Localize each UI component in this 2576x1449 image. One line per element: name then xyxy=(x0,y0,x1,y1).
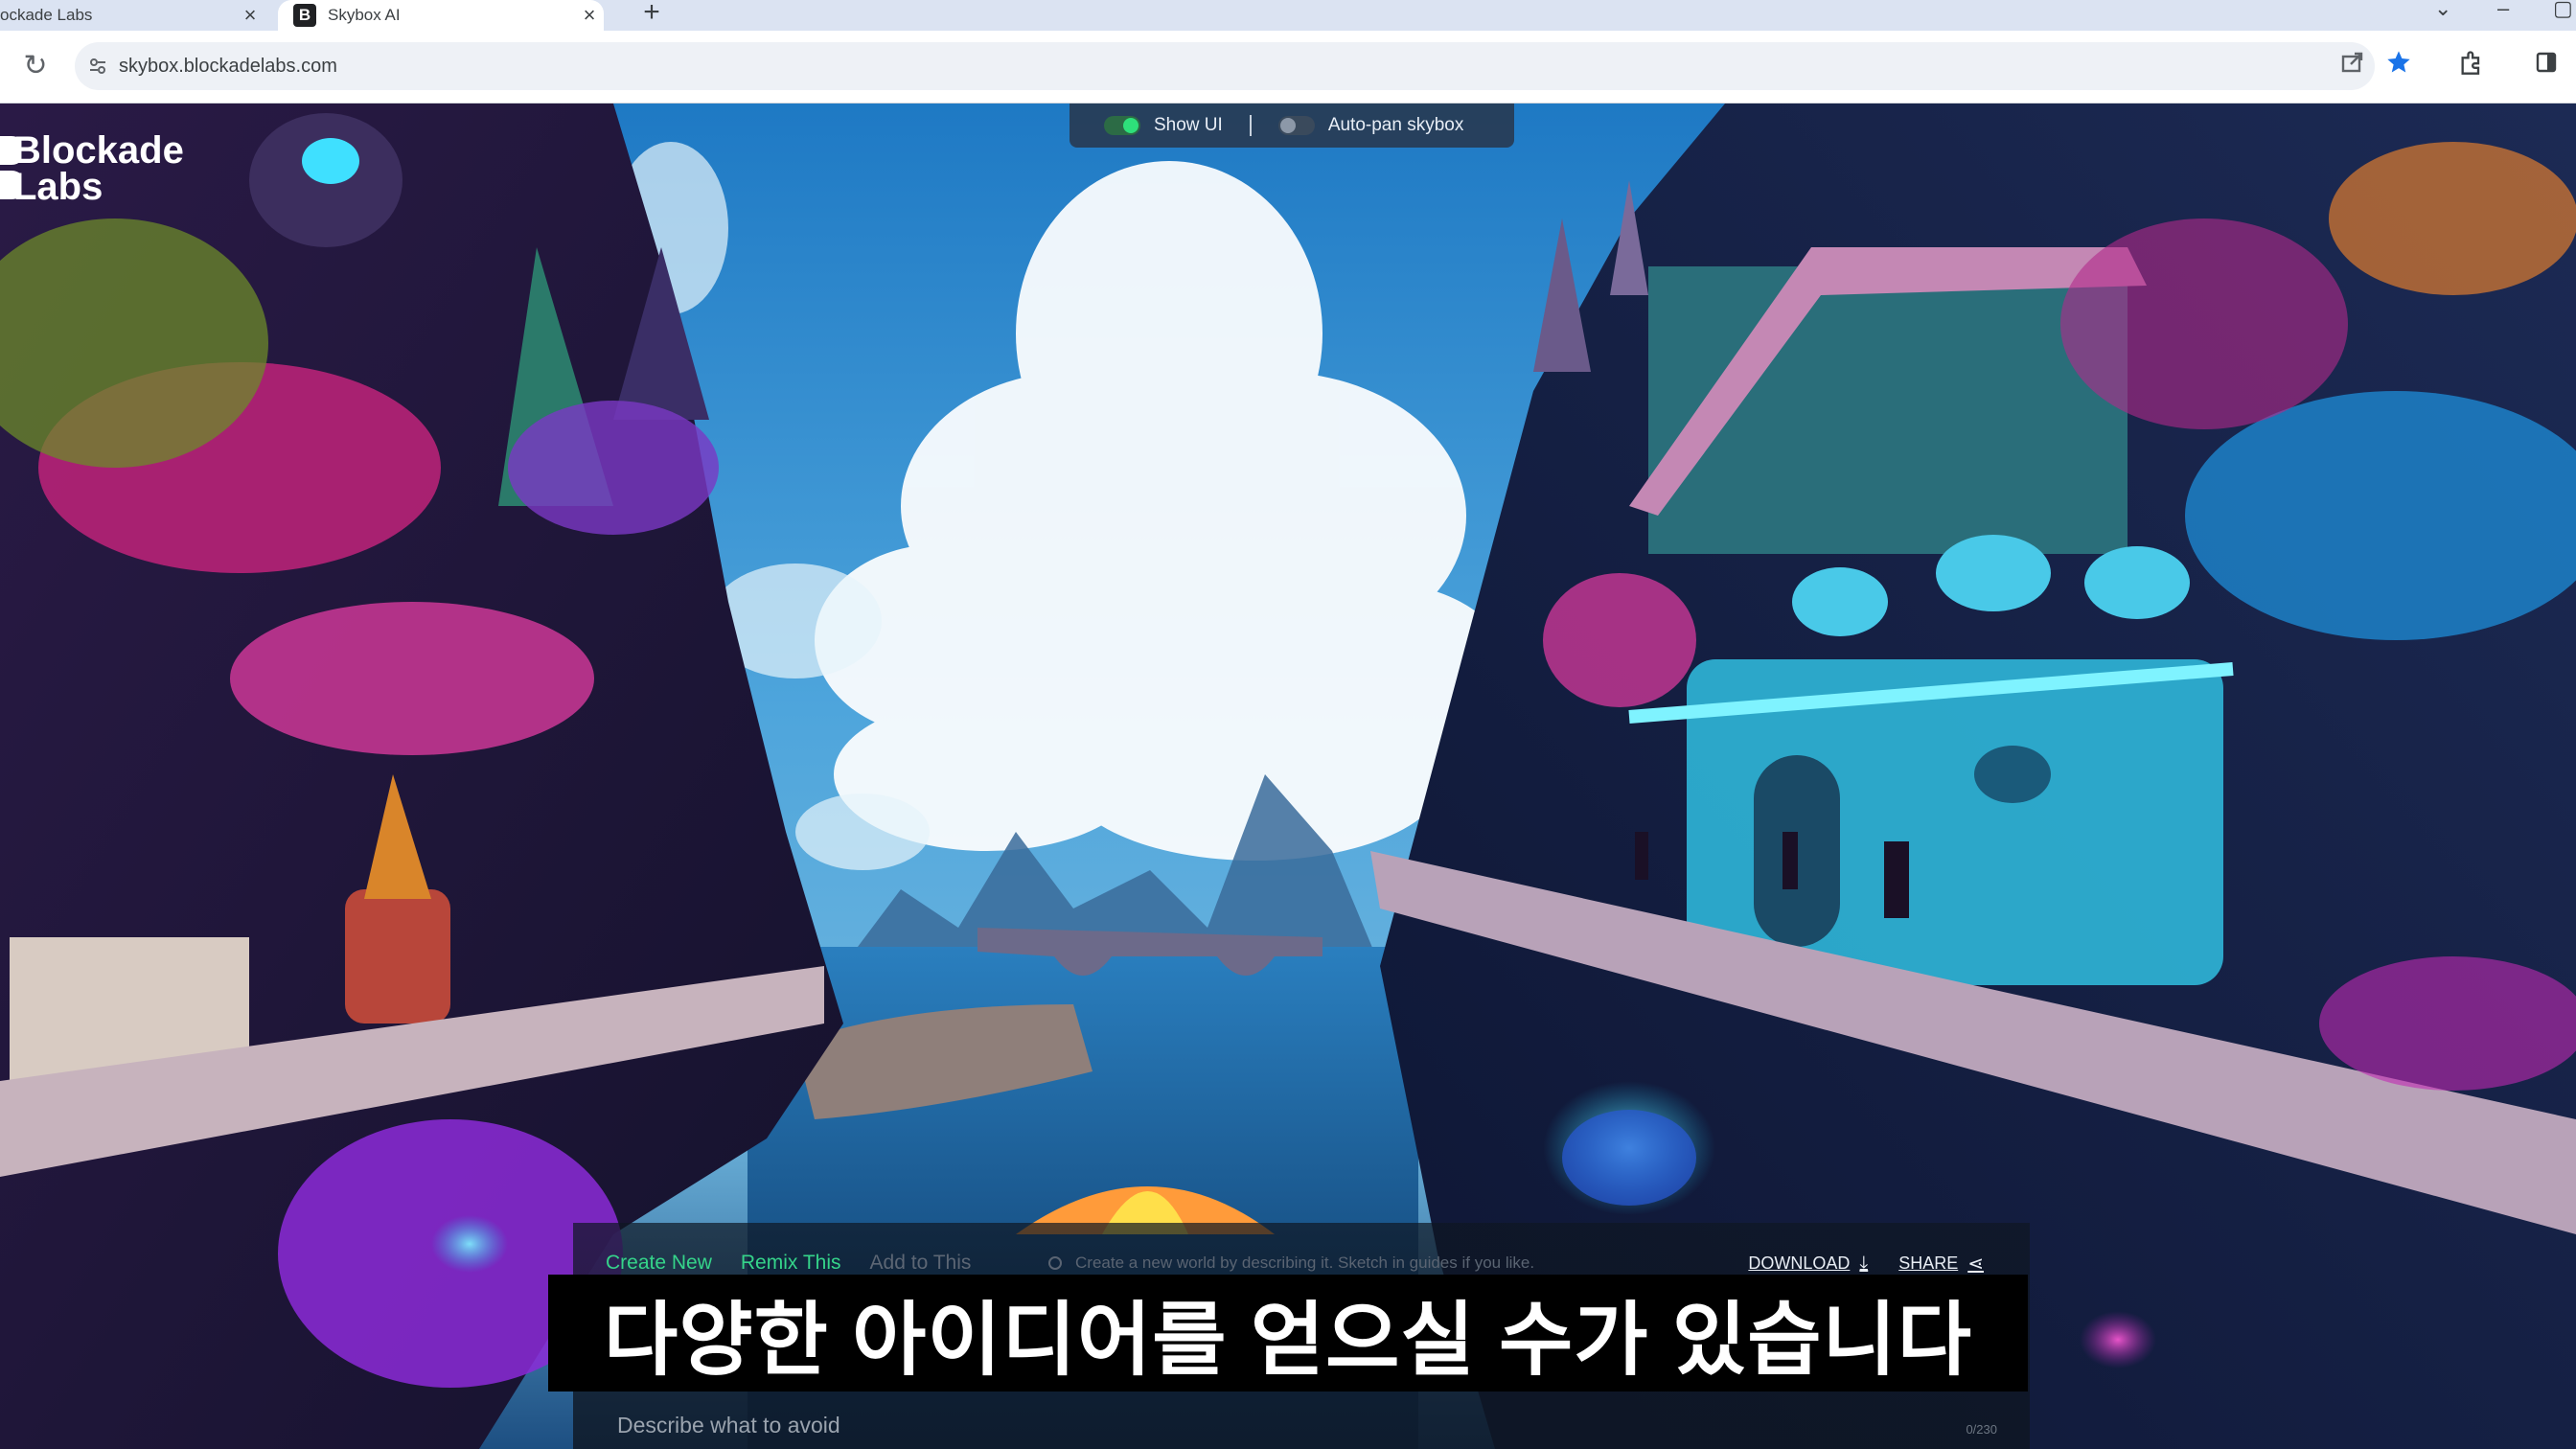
download-label: DOWNLOAD xyxy=(1748,1254,1851,1273)
url-text: skybox.blockadelabs.com xyxy=(119,55,337,77)
prompt-input[interactable]: Create a new world by describing it. Ske… xyxy=(1048,1254,1534,1273)
browser-tab-blockade-labs[interactable]: ockade Labs × xyxy=(0,0,264,31)
tab-title: ockade Labs xyxy=(0,6,93,24)
reload-icon[interactable]: ↻ xyxy=(21,52,50,80)
browser-toolbar: ↻ skybox.blockadelabs.com xyxy=(0,31,2576,104)
download-icon: ⤓ xyxy=(1859,1253,1869,1274)
side-panel-icon[interactable] xyxy=(2530,46,2563,79)
skybox-viewport[interactable]: Blockade Labs Show UI Auto-pan skybox Cr… xyxy=(0,104,2576,1449)
show-ui-toggle[interactable] xyxy=(1104,116,1140,135)
share-button[interactable]: SHARE ⋖ xyxy=(1898,1252,1984,1276)
brand-line-2: Labs xyxy=(13,166,104,208)
blockade-labs-logo[interactable]: Blockade Labs xyxy=(0,129,184,208)
negative-prompt-input[interactable]: Describe what to avoid xyxy=(617,1413,840,1438)
tab-close-icon[interactable]: × xyxy=(236,3,264,28)
prompt-placeholder: Create a new world by describing it. Ske… xyxy=(1075,1254,1535,1272)
share-icon[interactable] xyxy=(2336,46,2369,79)
tab-add-to-this[interactable]: Add to This xyxy=(870,1252,972,1275)
bookmark-star-icon[interactable] xyxy=(2382,46,2415,79)
tab-remix-this[interactable]: Remix This xyxy=(741,1252,841,1275)
download-button[interactable]: DOWNLOAD ⤓ xyxy=(1748,1253,1868,1275)
auto-pan-label: Auto-pan skybox xyxy=(1327,115,1464,135)
auto-pan-toggle[interactable] xyxy=(1277,116,1315,135)
extensions-icon[interactable] xyxy=(2455,46,2488,79)
tab-close-icon[interactable]: × xyxy=(575,3,604,28)
minimize-icon[interactable]: – xyxy=(2497,0,2509,31)
panel-actions: DOWNLOAD ⤓ SHARE ⋖ xyxy=(1717,1252,1984,1276)
site-info-icon[interactable] xyxy=(84,53,111,80)
brand-name: Blockade Labs xyxy=(13,129,184,208)
toggle-divider xyxy=(1249,115,1252,136)
share-label: SHARE xyxy=(1898,1254,1959,1273)
blockade-logo-icon xyxy=(0,136,21,199)
show-ui-label: Show UI xyxy=(1154,115,1223,135)
address-bar[interactable]: skybox.blockadelabs.com xyxy=(75,42,2375,90)
tab-create-new[interactable]: Create New xyxy=(606,1252,712,1275)
maximize-icon[interactable]: ▢ xyxy=(2553,0,2573,31)
panel-mode-tabs: Create New Remix This Add to This xyxy=(606,1252,1000,1275)
toggle-knob xyxy=(1123,118,1138,133)
info-icon xyxy=(1048,1256,1062,1270)
toggle-knob xyxy=(1279,118,1296,133)
character-counter: 0/230 xyxy=(1966,1422,1997,1437)
share-nodes-icon: ⋖ xyxy=(1967,1254,1984,1275)
new-tab-button[interactable]: + xyxy=(632,0,671,29)
skybox-favicon-icon: B xyxy=(293,4,316,27)
tab-title: Skybox AI xyxy=(328,6,401,24)
browser-tab-skybox-ai[interactable]: B Skybox AI × xyxy=(278,0,604,31)
brand-line-1: Blockade xyxy=(13,129,184,172)
browser-tab-strip: ockade Labs × B Skybox AI × + ⌄ – ▢ xyxy=(0,0,2576,31)
view-toggle-bar: Show UI Auto-pan skybox xyxy=(1070,104,1514,148)
tab-search-chevron-icon[interactable]: ⌄ xyxy=(2434,0,2451,31)
subtitle-caption: 다양한 아이디어를 얻으실 수가 있습니다 xyxy=(548,1275,2028,1392)
